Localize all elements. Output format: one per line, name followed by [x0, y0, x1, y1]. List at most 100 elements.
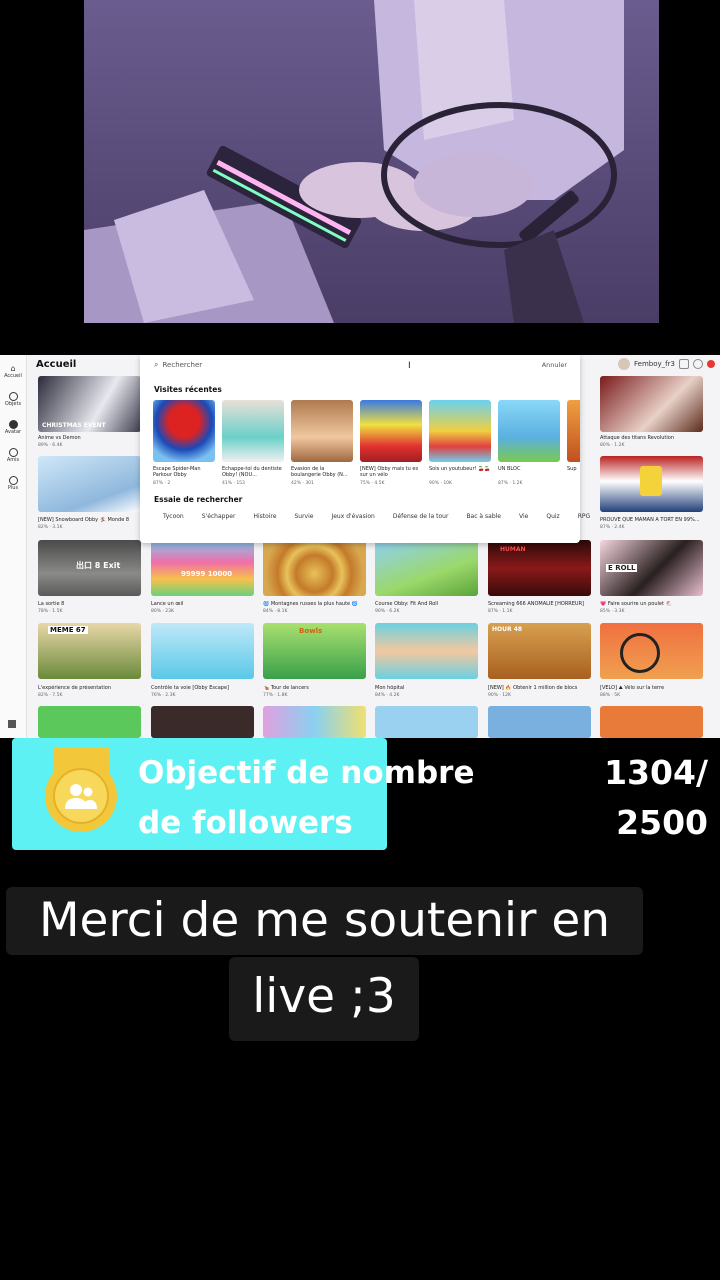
game-tile[interactable] [600, 706, 703, 738]
search-dropdown: ⌕ Rechercher I Annuler Visites récentes … [140, 355, 590, 543]
game-thumbnail [153, 400, 215, 462]
home-icon: ⌂ [10, 363, 16, 373]
recent-game[interactable]: Sup [567, 400, 580, 479]
game-thumbnail [498, 400, 560, 462]
sidebar-item-avatar[interactable]: Avatar [0, 415, 26, 439]
recent-game-title: Escape Spider-Man Parkour Obby [153, 466, 201, 478]
tile-title: 💗 Faire sourire un poulet 🐔 [600, 601, 672, 607]
search-icon: ⌕ [154, 360, 159, 369]
game-tile[interactable] [488, 706, 591, 738]
tile-rating: 88% · 5K [600, 693, 621, 698]
recent-game-stats: 75% · 4.5K [360, 481, 385, 486]
game-tile[interactable] [151, 623, 254, 679]
tile-title: Anime vs Demon [38, 435, 81, 441]
notification-badge[interactable] [706, 360, 715, 368]
recent-game-title: Echappe-toi du dentiste Obby! (NOU... [222, 466, 282, 478]
cancel-button[interactable]: Annuler [542, 361, 567, 369]
recent-game-title: [NEW] Obby mais tu es sur un vélo [360, 466, 419, 478]
settings-icon[interactable] [692, 359, 703, 369]
game-thumbnail [360, 400, 422, 462]
game-tile[interactable] [600, 456, 703, 512]
recent-game-stats: 90% · 10K [429, 481, 452, 486]
game-tile[interactable] [600, 623, 703, 679]
goal-count: 1304/ 2500 [604, 748, 708, 848]
game-tile[interactable] [375, 623, 478, 679]
windows-icon[interactable] [8, 720, 16, 728]
tile-title: Lance un œil [151, 601, 184, 607]
user-menu[interactable]: Femboy_fr3 [618, 358, 715, 370]
tile-rating: 90% · 6.2K [375, 609, 400, 614]
game-tile[interactable] [38, 456, 141, 512]
recent-game-title: UN BLOC [498, 466, 521, 472]
game-tile[interactable] [263, 706, 366, 738]
game-tile[interactable] [375, 540, 478, 596]
robux-icon[interactable] [678, 359, 689, 369]
tile-title: [NEW] Snowboard Obby 🏂 Monde 8 [38, 517, 130, 523]
webcam-scene [84, 0, 659, 323]
recent-game-stats: 41% · 153 [222, 481, 245, 486]
caption-line1: Merci de me soutenir en [6, 887, 643, 955]
game-tile[interactable]: CHRISTMAS EVENT [38, 376, 141, 432]
genre-chip[interactable]: Histoire [244, 513, 285, 520]
game-tile[interactable] [600, 376, 703, 432]
sidebar-item-objets[interactable]: Objets [0, 387, 26, 411]
recent-game[interactable]: Escape Spider-Man Parkour Obby 87% · 2 [153, 400, 215, 486]
genre-chip[interactable]: Tycoon [154, 513, 193, 520]
game-tile[interactable] [151, 706, 254, 738]
genre-chip[interactable]: Quiz [537, 513, 568, 520]
game-tile[interactable]: 出口 8 Exit [38, 540, 141, 596]
recent-visits-title: Visites récentes [154, 385, 222, 394]
game-tile[interactable]: HUMAN [488, 540, 591, 596]
genre-chip[interactable]: Bac à sable [457, 513, 510, 520]
tile-title: Course Obby: Fit And Roll [375, 601, 439, 607]
recent-game-stats: 42% · 301 [291, 481, 314, 486]
recent-game-title: Sup [567, 466, 577, 472]
sidebar-item-amis[interactable]: Amis [0, 443, 26, 467]
avatar [618, 358, 630, 370]
tile-rating: 90% · 12K [488, 693, 511, 698]
search-input[interactable]: ⌕ Rechercher [154, 360, 202, 370]
game-tile[interactable] [375, 706, 478, 738]
tile-title: Screaming 666 ANOMALIE [HORREUR] [488, 601, 585, 607]
sidebar-item-home[interactable]: ⌂ Accueil [0, 359, 26, 383]
game-tile[interactable]: HOUR 48 [488, 623, 591, 679]
webcam-feed [84, 0, 659, 323]
genre-chip[interactable]: Jeux d'évasion [322, 513, 383, 520]
sidebar: ⌂ Accueil Objets Avatar Amis Plus [0, 355, 27, 738]
recent-game[interactable]: UN BLOC 87% · 1.2K [498, 400, 560, 486]
sidebar-item-plus[interactable]: Plus [0, 471, 26, 495]
tile-rating: 87% · 1.1K [488, 609, 513, 614]
genre-chip[interactable]: Survie [285, 513, 322, 520]
tile-rating: 85% · 3.3K [600, 609, 625, 614]
tile-title: Mon hôpital [375, 685, 405, 691]
tile-overlay-text: 出口 8 Exit [76, 561, 121, 570]
recent-game[interactable]: Évasion de la boulangerie Obby (N... 42%… [291, 400, 353, 486]
goal-current: 1304/ [604, 753, 708, 792]
recent-game[interactable]: Sois un youtubeur! 🍒🍒 90% · 10K [429, 400, 491, 486]
recent-game[interactable]: [NEW] Obby mais tu es sur un vélo 75% · … [360, 400, 422, 486]
recent-game[interactable]: Echappe-toi du dentiste Obby! (NOU... 41… [222, 400, 284, 486]
tile-title: Attaque des titans Revolution [600, 435, 674, 441]
goal-title-line2: de followers [138, 805, 353, 841]
game-tile[interactable]: 99999 10000 [151, 540, 254, 596]
game-thumbnail [291, 400, 353, 462]
recent-game-stats: 87% · 1.2K [498, 481, 523, 486]
tile-rating: 87% · 2.4K [600, 525, 625, 530]
game-tile[interactable]: Bowls [263, 623, 366, 679]
game-tile[interactable] [263, 540, 366, 596]
goal-title: Objectif de nombre de followers [138, 748, 478, 848]
game-thumbnail [222, 400, 284, 462]
genre-chip[interactable]: S'échapper [193, 513, 245, 520]
genre-chip[interactable]: RPG [569, 513, 599, 520]
tile-rating: 89% · 6.4K [38, 443, 63, 448]
tile-rating: 82% · 3.1K [38, 525, 63, 530]
game-tile[interactable] [38, 706, 141, 738]
game-tile[interactable]: MEME 67 [38, 623, 141, 679]
genre-chip[interactable]: Défense de la tour [384, 513, 458, 520]
genre-chip[interactable]: Vie [510, 513, 537, 520]
more-icon [8, 475, 18, 485]
friends-icon [8, 447, 18, 457]
caption-line2: live ;3 [229, 957, 419, 1041]
game-tile[interactable]: E ROLL [600, 540, 703, 596]
tile-title: 🍗 Tour de lancers [263, 685, 309, 691]
